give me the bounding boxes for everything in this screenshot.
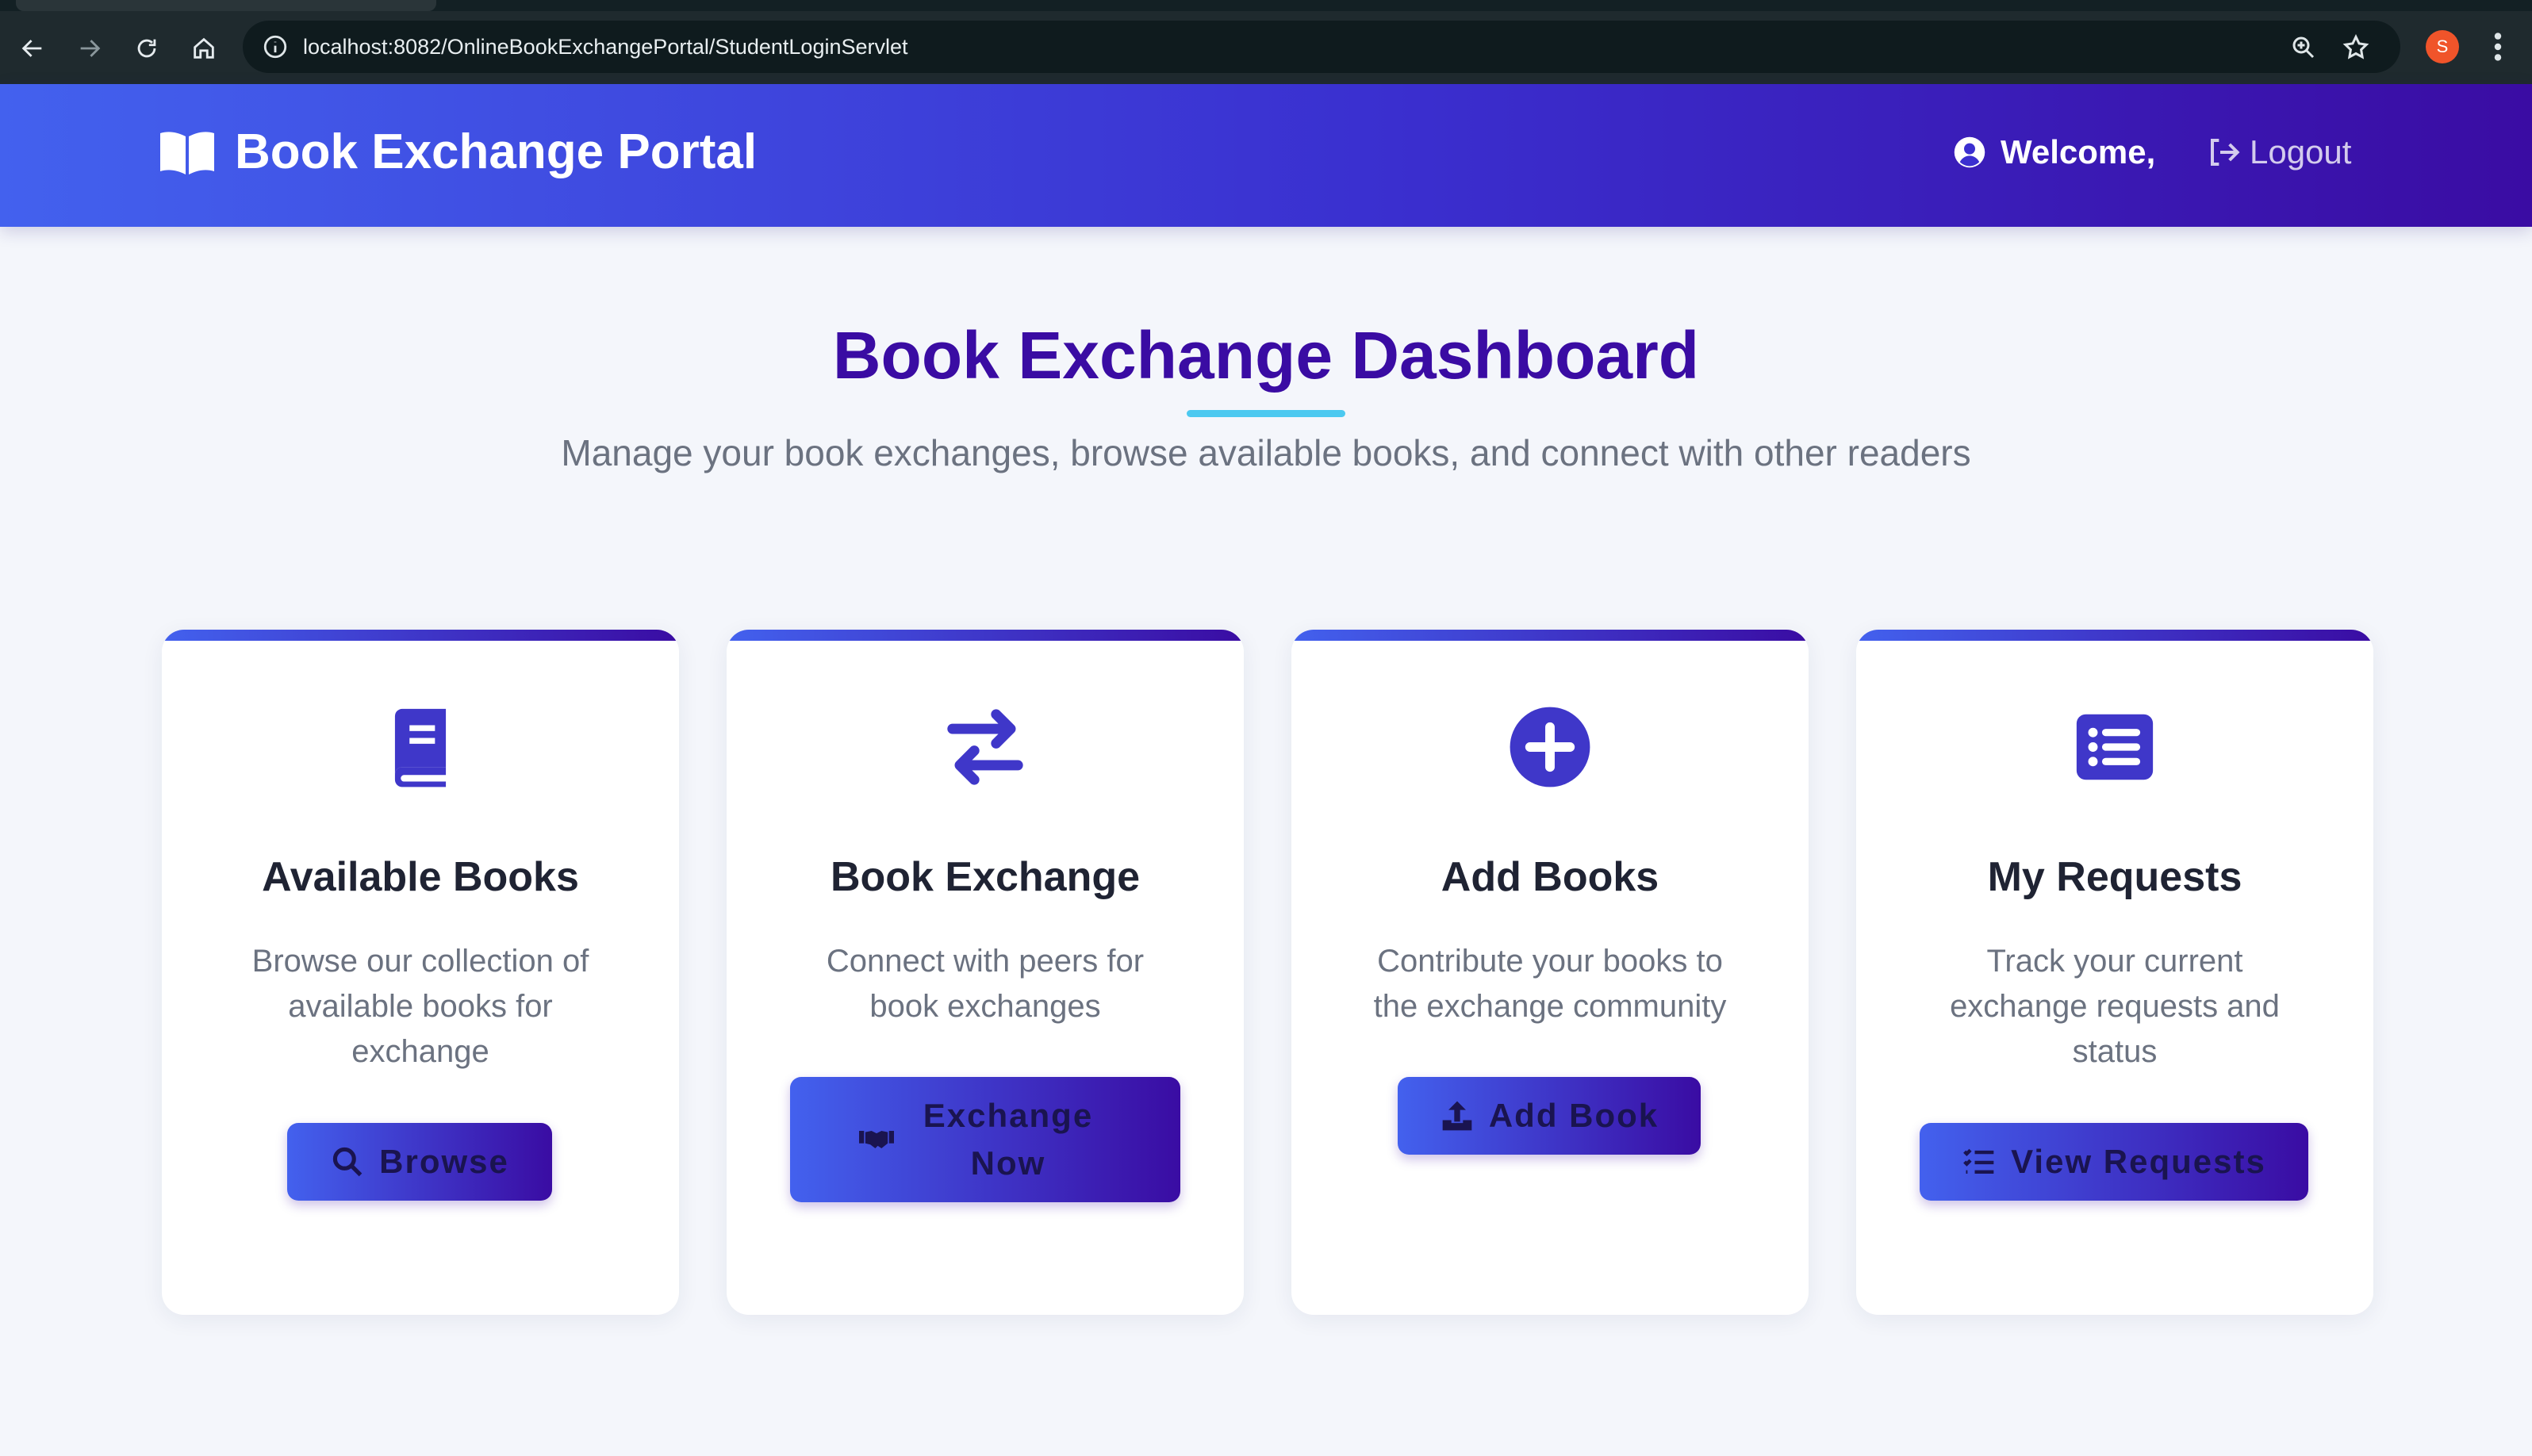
task-list-icon <box>1963 1148 1994 1174</box>
browse-button[interactable]: Browse <box>287 1123 552 1201</box>
brand[interactable]: Book Exchange Portal <box>159 124 757 180</box>
address-bar[interactable]: localhost:8082/OnlineBookExchangePortal/… <box>243 21 2400 73</box>
bookmark-star-icon[interactable] <box>2342 33 2370 62</box>
home-icon[interactable] <box>184 29 224 68</box>
back-icon[interactable] <box>13 29 52 68</box>
logout-link[interactable]: Logout <box>2207 133 2351 171</box>
card-title: Book Exchange <box>830 854 1141 900</box>
card-accent-bar <box>727 630 1244 641</box>
dashboard-title: Book Exchange Dashboard <box>832 318 1700 393</box>
exchange-now-label: Exchange Now <box>923 1097 1094 1182</box>
dashboard-subtitle: Manage your book exchanges, browse avail… <box>561 432 1971 473</box>
exchange-now-button[interactable]: Exchange Now <box>790 1077 1180 1202</box>
add-book-button[interactable]: Add Book <box>1398 1077 1701 1155</box>
add-book-label: Add Book <box>1488 1097 1659 1134</box>
title-underline <box>1187 410 1345 417</box>
card-book-exchange: Book Exchange Connect with peers for boo… <box>727 630 1244 1315</box>
profile-avatar[interactable]: S <box>2426 30 2459 63</box>
view-requests-button[interactable]: View Requests <box>1920 1123 2308 1201</box>
welcome-user: Welcome, <box>1953 133 2155 171</box>
card-title: Add Books <box>1441 854 1659 900</box>
reload-icon[interactable] <box>127 29 167 68</box>
site-info-icon[interactable] <box>262 33 289 60</box>
card-accent-bar <box>162 630 679 641</box>
card-description: Browse our collection of available books… <box>251 944 589 1069</box>
welcome-text: Welcome, <box>2001 133 2156 171</box>
zoom-icon[interactable] <box>2289 33 2318 62</box>
browse-label: Browse <box>379 1143 509 1180</box>
app-header: Book Exchange Portal Welcome, Logout <box>0 84 2532 227</box>
browser-chrome: localhost:8082/OnlineBookExchangePortal/… <box>0 0 2532 84</box>
url-text[interactable]: localhost:8082/OnlineBookExchangePortal/… <box>303 32 908 62</box>
open-book-icon <box>160 131 214 174</box>
brand-title: Book Exchange Portal <box>235 125 758 179</box>
card-description: Contribute your books to the exchange co… <box>1373 944 1727 1024</box>
upload-icon <box>1442 1101 1472 1131</box>
plus-circle-icon <box>1291 699 1809 795</box>
book-icon <box>162 699 679 795</box>
exchange-arrows-icon <box>727 699 1244 795</box>
card-title: My Requests <box>1987 854 2242 900</box>
user-circle-icon <box>1954 136 1985 168</box>
menu-kebab-icon[interactable] <box>2488 29 2508 65</box>
card-accent-bar <box>1856 630 2373 641</box>
card-description: Connect with peers for book exchanges <box>826 944 1145 1024</box>
card-add-books: Add Books Contribute your books to the e… <box>1291 630 1809 1315</box>
handshake-icon <box>859 1131 894 1148</box>
forward-icon[interactable] <box>70 29 109 68</box>
view-requests-label: View Requests <box>2011 1143 2266 1180</box>
logout-label: Logout <box>2250 133 2352 171</box>
list-icon <box>1856 699 2373 795</box>
card-my-requests: My Requests Track your current exchange … <box>1856 630 2373 1315</box>
card-available-books: Available Books Browse our collection of… <box>162 630 679 1315</box>
card-description: Track your current exchange requests and… <box>1950 944 2280 1069</box>
browser-tab[interactable] <box>16 0 436 11</box>
logout-icon <box>2211 139 2240 166</box>
search-icon <box>332 1147 363 1177</box>
card-accent-bar <box>1291 630 1809 641</box>
card-title: Available Books <box>262 854 579 900</box>
